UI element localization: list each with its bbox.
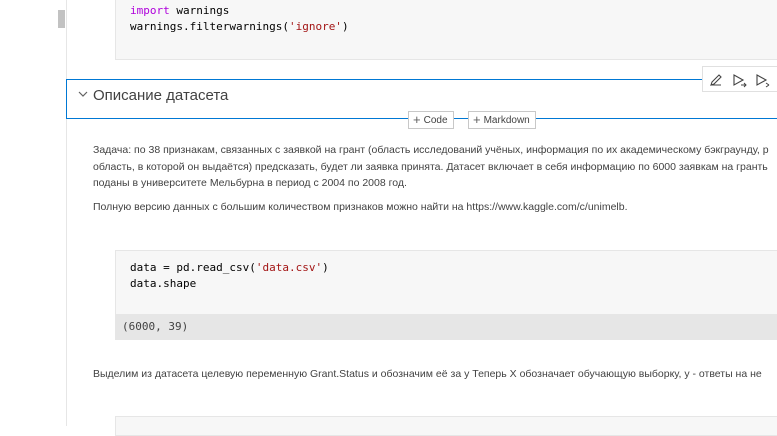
add-code-cell-button[interactable]: + Code: [408, 111, 454, 129]
chevron-down-icon[interactable]: [76, 87, 90, 101]
code-text: ): [341, 20, 349, 33]
code-text: data = pd.read_csv(: [130, 261, 256, 274]
description-line: область, в которой он выдаётся) предсказ…: [93, 160, 768, 173]
target-paragraph: Выделим из датасета целевую переменную G…: [93, 366, 777, 383]
code-string: 'data.csv': [255, 261, 323, 274]
code-string: 'ignore': [288, 20, 342, 33]
code-text: ): [322, 261, 329, 274]
cell-output: (6000, 39): [115, 314, 777, 340]
scrollbar-thumb[interactable]: [58, 10, 65, 28]
output-text: (6000, 39): [122, 320, 189, 333]
target-line: Выделим из датасета целевую переменную G…: [93, 368, 762, 380]
description-line: Полную версию данных с большим количеств…: [93, 201, 628, 213]
run-by-line-icon[interactable]: [731, 72, 747, 88]
plus-icon: +: [473, 112, 481, 127]
notebook-gutter: [66, 0, 67, 426]
add-markdown-cell-button[interactable]: + Markdown: [468, 111, 536, 129]
code-editor[interactable]: import warnings warnings.filterwarnings(…: [130, 3, 349, 35]
code-cell-next[interactable]: [115, 416, 777, 436]
plus-icon: +: [413, 112, 421, 127]
edit-icon[interactable]: [708, 72, 724, 88]
description-line: Задача: по 38 признакам, связанных с зая…: [93, 144, 769, 156]
code-text: data.shape: [130, 277, 197, 290]
code-text: warnings: [169, 4, 230, 17]
run-icon[interactable]: [754, 72, 770, 88]
description-line: поданы в университете Мельбурна в период…: [93, 177, 407, 189]
description-paragraph: Задача: по 38 признакам, связанных с зая…: [93, 142, 777, 192]
add-code-label: Code: [423, 115, 448, 126]
code-text: warnings.filterwarnings(: [130, 20, 289, 33]
cell-toolbar: [702, 66, 777, 92]
code-cell-imports[interactable]: import warnings warnings.filterwarnings(…: [115, 0, 777, 60]
dataset-link-paragraph: Полную версию данных с большим количеств…: [93, 199, 777, 216]
code-editor[interactable]: data = pd.read_csv('data.csv') data.shap…: [130, 260, 329, 292]
keyword-import: import: [130, 4, 170, 17]
add-markdown-label: Markdown: [483, 115, 530, 126]
markdown-heading: Описание датасета: [93, 87, 229, 104]
